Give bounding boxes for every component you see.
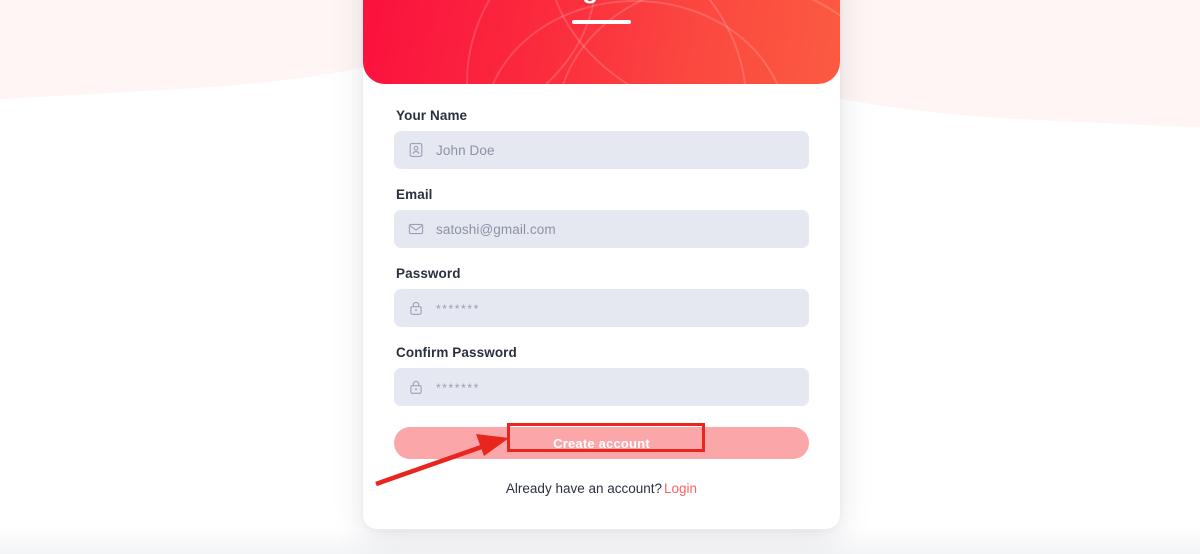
- register-form: Your Name John Doe Email satoshi@gmail.c…: [363, 84, 840, 496]
- create-account-button[interactable]: Create account: [394, 427, 809, 459]
- lock-icon: [408, 300, 424, 316]
- field-label-email: Email: [396, 187, 433, 202]
- field-label-name: Your Name: [396, 108, 468, 123]
- lock-icon: [408, 379, 424, 395]
- envelope-icon: [408, 221, 424, 237]
- banner-content: Register: [363, 0, 840, 24]
- login-prompt-text: Already have an account?: [505, 481, 663, 496]
- field-confirm-password: Confirm Password *******: [394, 345, 809, 406]
- field-password: Password *******: [394, 266, 809, 327]
- title-divider: [572, 20, 631, 24]
- confirm-password-input[interactable]: *******: [394, 368, 809, 406]
- password-input-value: *******: [436, 302, 480, 316]
- card-banner: Register: [363, 0, 840, 84]
- field-label-confirm-password: Confirm Password: [396, 345, 517, 360]
- background-footer-shade: [0, 528, 1200, 554]
- password-input[interactable]: *******: [394, 289, 809, 327]
- login-prompt: Already have an account? Login: [394, 481, 809, 496]
- name-input-value: John Doe: [436, 142, 495, 158]
- field-label-password: Password: [396, 266, 461, 281]
- email-input-value: satoshi@gmail.com: [436, 221, 556, 237]
- field-email: Email satoshi@gmail.com: [394, 187, 809, 248]
- name-input[interactable]: John Doe: [394, 131, 809, 169]
- contact-card-icon: [408, 142, 424, 158]
- login-link[interactable]: Login: [664, 481, 697, 496]
- field-name: Your Name John Doe: [394, 108, 809, 169]
- register-card: Register Your Name John Doe Email: [363, 0, 840, 529]
- email-input[interactable]: satoshi@gmail.com: [394, 210, 809, 248]
- confirm-password-input-value: *******: [436, 381, 480, 395]
- page-title: Register: [363, 0, 840, 5]
